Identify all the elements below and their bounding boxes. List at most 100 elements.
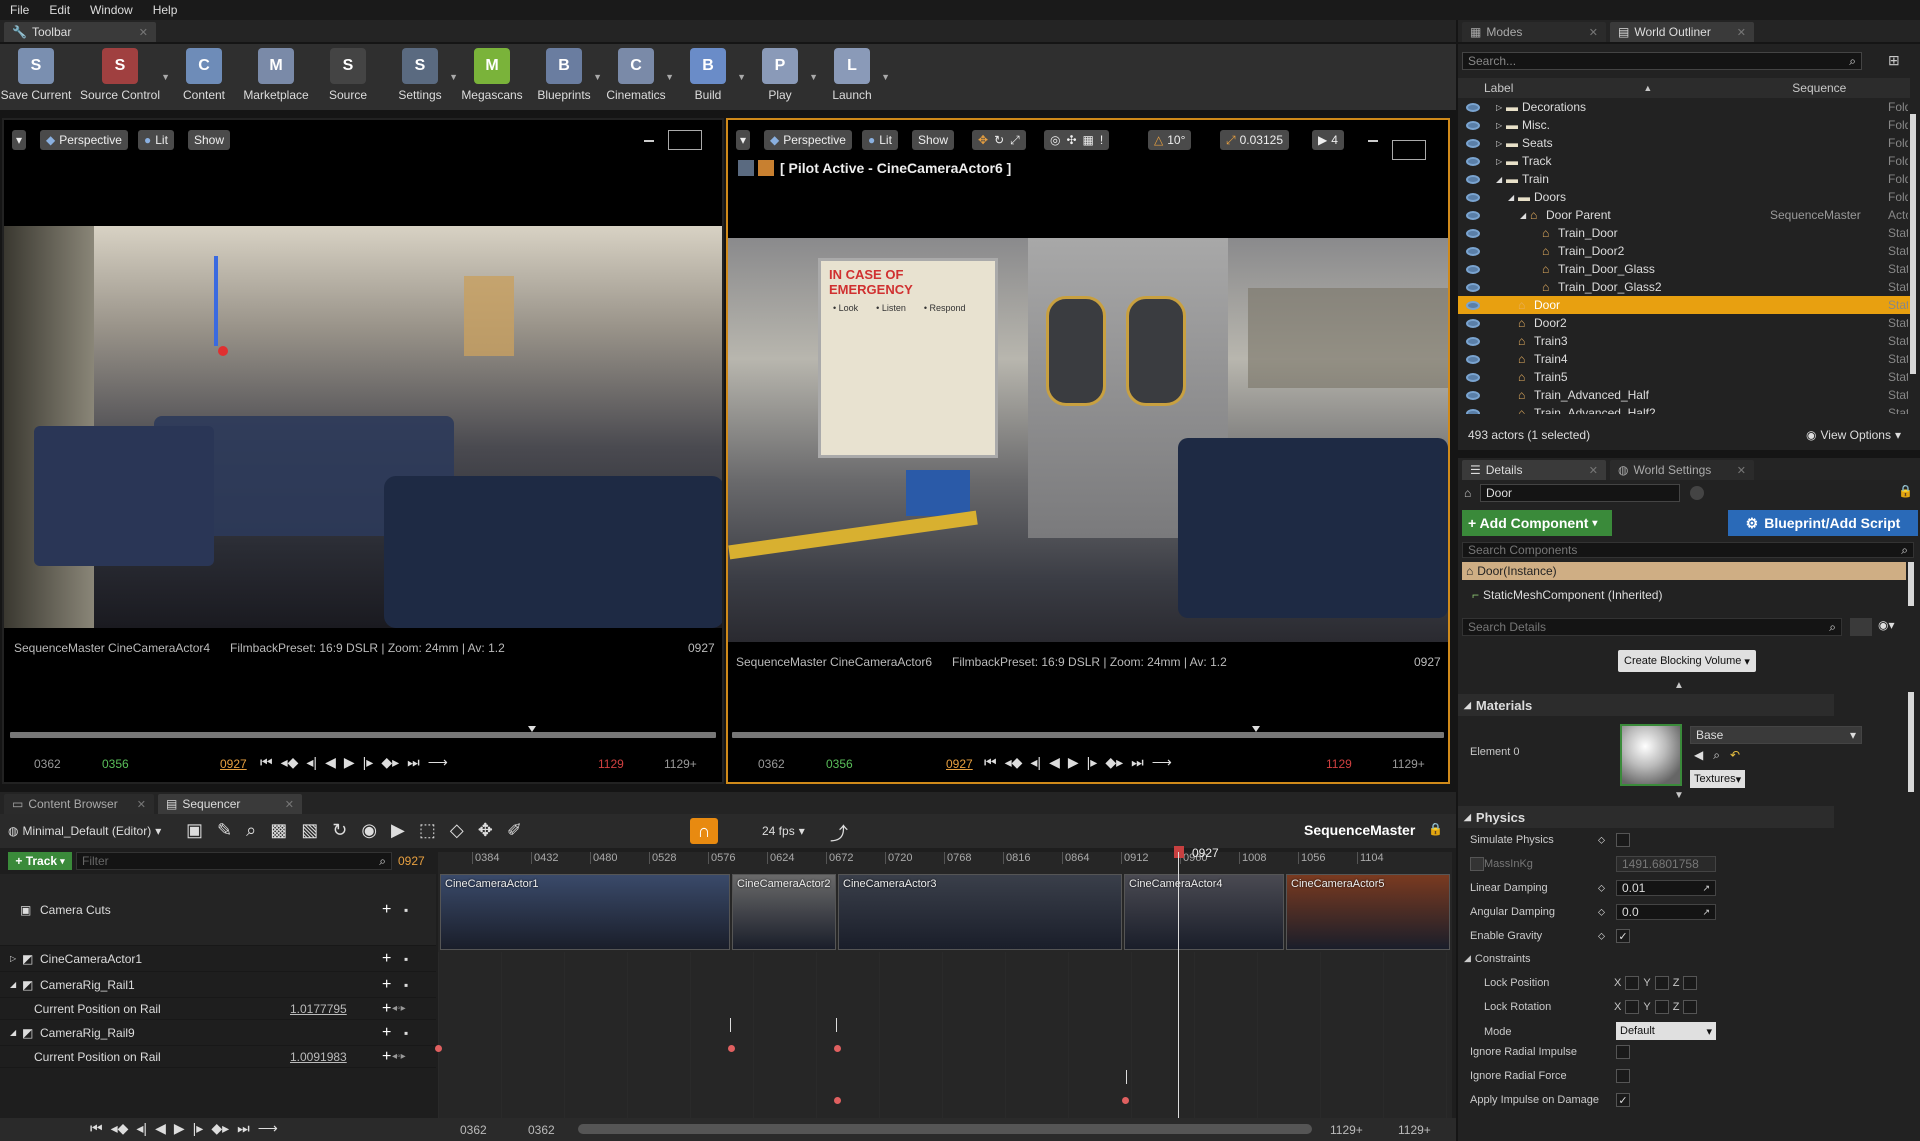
goto-start-icon[interactable]: ⏮ [984, 754, 997, 771]
close-icon[interactable]: ✕ [1589, 26, 1598, 39]
timeline-area[interactable]: 0384 0432 0480 0528 0576 0624 0672 0720 0768 0816… [435, 846, 1452, 1118]
details-scrollbar[interactable] [1908, 692, 1914, 792]
visibility-eye-icon[interactable] [1466, 264, 1480, 274]
visibility-eye-icon[interactable] [1466, 138, 1480, 148]
visibility-eye-icon[interactable] [1466, 282, 1480, 292]
visibility-eye-icon[interactable] [1466, 174, 1480, 184]
viewport-menu-button-2[interactable]: ▾ [736, 130, 751, 150]
outliner-scrollbar[interactable] [1910, 114, 1916, 374]
angle-snap[interactable]: △ 10° [1148, 130, 1192, 150]
track-row[interactable]: Current Position on Rail 1.0091983 ◂◦▸ + [0, 1046, 436, 1068]
viewport-menu-button[interactable]: ▾ [12, 130, 27, 150]
view-end[interactable]: 1129+ [1330, 1123, 1363, 1137]
layout-icon[interactable] [668, 130, 702, 150]
goto-start-icon[interactable]: ⏮ [260, 754, 273, 771]
render-icon[interactable]: ▩ [270, 820, 287, 841]
actor-name-input[interactable]: Door [1480, 484, 1680, 502]
outliner-row[interactable]: ⌂ Train_Door_Glass Stat [1458, 260, 1910, 278]
mode-select[interactable]: Default ▾ [1616, 1022, 1716, 1040]
expand-arrow-icon[interactable]: ◢ [1508, 193, 1514, 202]
expand-arrow-icon[interactable]: ◢ [1496, 175, 1502, 184]
snap-tools[interactable]: ◎ ✣ ▦! [1044, 130, 1110, 150]
step-forward-icon[interactable]: ◆▸ [381, 754, 399, 771]
camera-cut-clip[interactable]: CineCameraActor3 [838, 874, 1122, 950]
property-value[interactable]: 1.0177795 [290, 1002, 347, 1016]
key-nav-icon[interactable]: ◂◦▸ [392, 1051, 406, 1062]
visibility-eye-icon[interactable] [1466, 246, 1480, 256]
working-end[interactable]: 1129+ [1398, 1123, 1431, 1137]
next-frame-icon[interactable]: |▸ [363, 754, 374, 771]
view-options-button[interactable]: ◉ View Options ▾ [1806, 428, 1901, 442]
menu-edit[interactable]: Edit [39, 3, 80, 17]
constraints-group[interactable]: ◢ Constraints [1464, 953, 1531, 965]
reverse-icon[interactable]: ◀ [1049, 754, 1060, 771]
keyframe[interactable] [728, 1045, 735, 1052]
lit-button[interactable]: ● Lit [138, 130, 174, 150]
key-icon[interactable]: ◇ [450, 820, 464, 841]
viewport-scrub-bar[interactable] [10, 732, 716, 738]
property-input[interactable]: 0.0 ↗ [1616, 904, 1716, 920]
camera-binding-icon[interactable]: ▪ [404, 903, 408, 917]
property-value[interactable]: 1.0091983 [290, 1050, 347, 1064]
property-matrix-icon[interactable] [1850, 618, 1872, 636]
outliner-search-input[interactable]: Search... ⌕ [1462, 52, 1862, 70]
visibility-eye-icon[interactable] [1466, 156, 1480, 166]
property-checkbox[interactable] [1616, 833, 1630, 847]
property-checkbox[interactable]: ✓ [1616, 929, 1630, 943]
transform-icon[interactable]: ✥ [478, 820, 493, 841]
outliner-row[interactable]: ▷▬Misc.Fold [1458, 116, 1910, 134]
rotate-icon[interactable]: ↻ [994, 133, 1004, 147]
expand-arrow-icon[interactable]: ◢ [10, 980, 16, 989]
components-scrollbar[interactable] [1908, 562, 1914, 606]
physics-section[interactable]: ◢ Physics [1458, 806, 1834, 828]
goto-end-icon[interactable]: ⏭ [1131, 754, 1144, 771]
add-icon[interactable]: + [382, 1000, 391, 1018]
camera-cut-clip[interactable]: CineCameraActor5 [1286, 874, 1450, 950]
visibility-eye-icon[interactable] [1466, 210, 1480, 220]
modes-tab[interactable]: ▦ Modes ✕ [1462, 22, 1606, 42]
goto-end-icon[interactable]: ⏭ [407, 754, 420, 771]
property-input[interactable]: 0.01 ↗ [1616, 880, 1716, 896]
add-folder-icon[interactable]: ⊞ [1888, 52, 1900, 69]
eye-icon[interactable]: ◉▾ [1878, 618, 1895, 632]
minimize-icon[interactable] [1368, 134, 1378, 142]
next-frame-icon[interactable]: |▸ [1087, 754, 1098, 771]
world-outliner-tab[interactable]: ▤ World Outliner ✕ [1610, 22, 1754, 42]
camera-speed[interactable]: ▶ 4 [1312, 130, 1344, 150]
property-checkbox[interactable] [1616, 1045, 1630, 1059]
visibility-eye-icon[interactable] [1466, 120, 1480, 130]
outliner-row[interactable]: ▷▬DecorationsFold [1458, 98, 1910, 116]
textures-button[interactable]: Textures ▾ [1690, 770, 1746, 788]
track-row[interactable]: ◢ ◩ CameraRig_Rail9 + ▪ [0, 1020, 436, 1046]
snap-magnet-icon[interactable]: ∩ [690, 818, 718, 844]
property-input[interactable]: 1491.6801758 [1616, 856, 1716, 872]
refresh-icon[interactable]: ↻ [332, 820, 347, 841]
camera-binding-icon[interactable]: ▪ [404, 952, 408, 966]
visibility-eye-icon[interactable] [1466, 372, 1480, 382]
edit-icon[interactable]: ✎ [217, 820, 232, 841]
prev-frame-icon[interactable]: ◂| [1030, 754, 1041, 771]
marketplace-button[interactable]: M Marketplace [240, 48, 312, 102]
eject-icon[interactable] [738, 160, 754, 176]
outliner-row[interactable]: ◢▬TrainFold [1458, 170, 1910, 188]
step-back-icon[interactable]: ◂◆ [1005, 754, 1023, 771]
add-icon[interactable]: + [382, 901, 391, 919]
add-icon[interactable]: + [382, 1024, 391, 1042]
move-icon[interactable]: ✥ [978, 133, 988, 147]
step-back-icon[interactable]: ◂◆ [281, 754, 299, 771]
launch-button[interactable]: L Launch ▼ [816, 48, 890, 102]
expand-arrow-icon[interactable]: ◢ [10, 1028, 16, 1037]
visibility-eye-icon[interactable] [1466, 354, 1480, 364]
lock-pos-y-check[interactable] [1654, 976, 1669, 990]
view-start[interactable]: 0362 [460, 1123, 487, 1137]
reset-icon[interactable]: ↶ [1730, 748, 1740, 763]
visibility-eye-icon[interactable] [1466, 228, 1480, 238]
camera-binding-icon[interactable]: ▪ [404, 978, 408, 992]
camera-cut-clip[interactable]: CineCameraActor4 [1124, 874, 1284, 950]
viewport-right[interactable]: ▾ ◆ Perspective ● Lit Show ✥ ↻ ⤢ ◎ ✣ ▦! △ 10° ⤢… [726, 118, 1450, 784]
outliner-row[interactable]: ⌂ Train_Door_Glass2 Stat [1458, 278, 1910, 296]
play-icon[interactable]: ▶ [391, 820, 405, 841]
goto-start-icon[interactable]: ⏮ [90, 1120, 103, 1137]
outliner-row[interactable]: ▷▬TrackFold [1458, 152, 1910, 170]
arrow-left-icon[interactable]: ◀ [1694, 748, 1703, 763]
